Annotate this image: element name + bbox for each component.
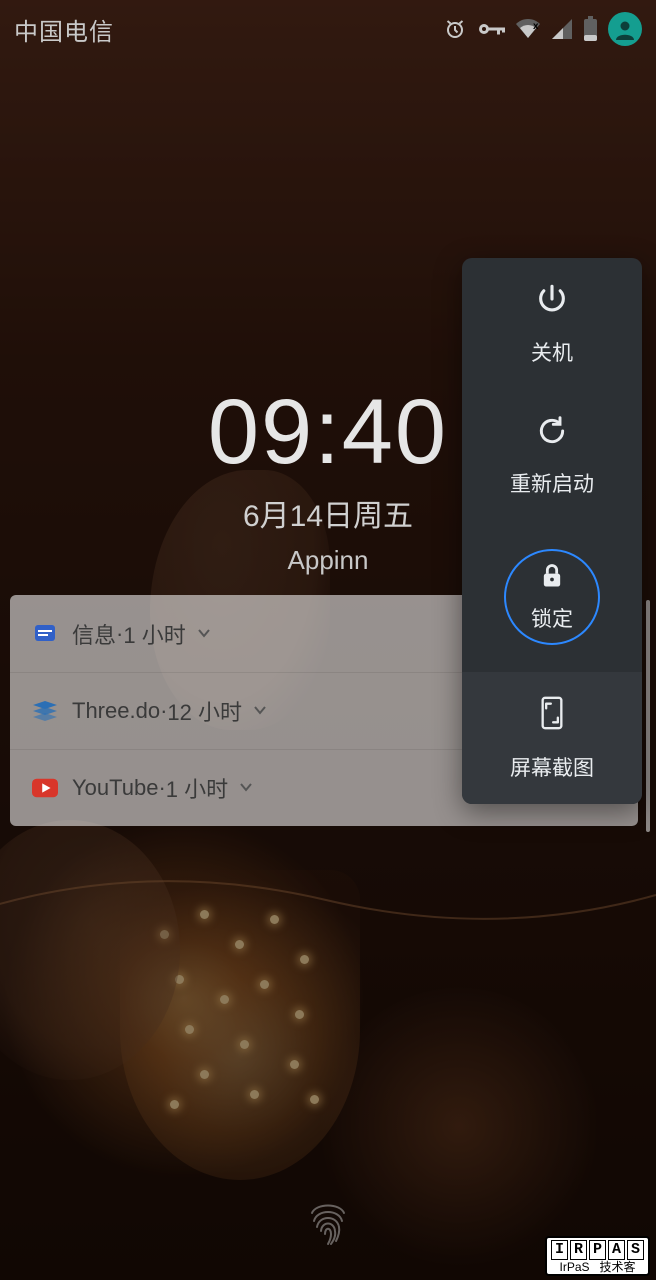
- lock-label: 锁定: [531, 603, 573, 633]
- list-scrollbar[interactable]: [646, 600, 650, 832]
- power-menu: 关机 重新启动 锁定: [462, 258, 642, 804]
- fingerprint-icon[interactable]: [300, 1191, 356, 1252]
- lock-highlight-ring: 锁定: [504, 549, 600, 645]
- power-off-label: 关机: [531, 337, 573, 367]
- screenshot-button[interactable]: 屏幕截图: [462, 672, 642, 804]
- avatar-icon[interactable]: [608, 12, 642, 46]
- carrier-label: 中国电信: [14, 12, 114, 47]
- decor-lightstring: [0, 870, 656, 930]
- power-off-button[interactable]: 关机: [462, 258, 642, 390]
- power-icon: [535, 282, 569, 321]
- notification-summary: 信息 · 1 小时: [72, 618, 212, 650]
- chevron-down-icon[interactable]: [252, 698, 268, 724]
- status-bar: 中国电信 x: [0, 0, 656, 58]
- restart-button[interactable]: 重新启动: [462, 390, 642, 522]
- watermark-subtitle: IrPaS 技术客: [559, 1261, 635, 1273]
- status-icons: x: [443, 12, 642, 46]
- svg-text:x: x: [533, 21, 539, 32]
- notification-summary: Three.do · 12 小时: [72, 695, 268, 727]
- youtube-icon: [32, 775, 58, 801]
- notification-summary: YouTube · 1 小时: [72, 772, 254, 804]
- watermark-badge: I R P A S IrPaS 技术客: [545, 1236, 650, 1276]
- restart-label: 重新启动: [510, 468, 594, 498]
- battery-low-icon: [583, 16, 598, 42]
- signal-icon: [551, 18, 573, 40]
- restart-icon: [536, 415, 568, 452]
- vpn-key-icon: [477, 20, 505, 38]
- lock-button[interactable]: 锁定: [462, 522, 642, 672]
- screenshot-icon: [538, 695, 566, 736]
- wifi-no-internet-icon: x: [515, 18, 541, 40]
- watermark-brand: I R P A S: [551, 1240, 644, 1260]
- chevron-down-icon[interactable]: [196, 621, 212, 647]
- chevron-down-icon[interactable]: [238, 775, 254, 801]
- screenshot-label: 屏幕截图: [510, 752, 594, 782]
- layers-icon: [32, 698, 58, 724]
- lock-icon: [538, 562, 566, 595]
- alarm-icon: [443, 17, 467, 41]
- message-icon: [32, 621, 58, 647]
